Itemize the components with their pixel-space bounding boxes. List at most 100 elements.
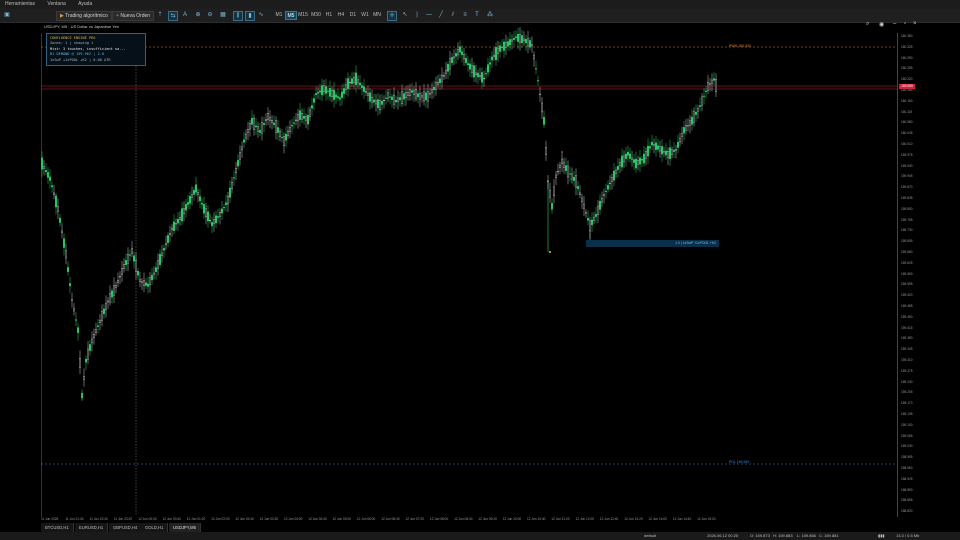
price-tick: 160.080 — [901, 120, 913, 125]
candle-body — [140, 281, 143, 283]
price-axis[interactable]: 160.360 160.325 160.290 160.255 160.220 160.1… — [898, 33, 920, 517]
candle-body — [375, 100, 378, 105]
candle-body — [194, 184, 197, 193]
demand-zone: 1.0 | 1xSwP +1xPOOL +K2 — [586, 240, 719, 247]
status-open: O: 159.873 — [750, 533, 770, 538]
time-tick: 12 Jun 13:20 — [624, 517, 643, 521]
tab-usdjpy[interactable]: USDJPY,M5 — [169, 523, 201, 532]
time-tick: 12 Jun 02:40 — [235, 517, 254, 521]
candle-body — [699, 105, 702, 107]
candle-body — [411, 90, 414, 93]
candle-body — [415, 89, 418, 99]
candle-body — [303, 115, 306, 119]
candle-body — [675, 149, 678, 151]
price-tick: 159.590 — [901, 271, 913, 276]
price-tick: 159.380 — [901, 336, 913, 341]
candle-body — [100, 311, 103, 322]
candle-body — [441, 74, 444, 82]
candle-body — [43, 166, 46, 169]
candle-body — [172, 221, 175, 231]
candle-body — [571, 173, 574, 180]
tab-eurusd[interactable]: EURUSD,H1 — [75, 523, 109, 532]
candle-body — [136, 271, 139, 276]
tab-btcusd[interactable]: BTCUSD,H1 — [41, 523, 74, 532]
candle-body — [102, 308, 105, 315]
candle-body — [186, 202, 189, 205]
candle-body — [595, 214, 598, 217]
candle-body — [473, 65, 476, 78]
candle-body — [61, 230, 64, 233]
candle-body — [240, 146, 243, 151]
candle-body — [593, 216, 596, 221]
tab-gbpusd[interactable]: GBPUSD,H4 — [109, 523, 143, 532]
candle-body — [409, 89, 412, 96]
candle-body — [669, 147, 672, 159]
time-tick: 12 Jun 12:40 — [599, 517, 619, 521]
price-tick: 158.960 — [901, 466, 913, 470]
candle-body — [515, 36, 518, 38]
candle-body — [523, 38, 526, 41]
candle-body — [503, 41, 506, 51]
candle-body — [343, 88, 346, 94]
candle-body — [228, 187, 231, 198]
candle-body — [433, 87, 436, 91]
candle-body — [609, 182, 612, 184]
candle-body — [371, 96, 374, 103]
candle-body — [559, 164, 562, 168]
candle-body — [122, 264, 125, 269]
candle-body — [463, 54, 466, 60]
candle-body — [667, 151, 670, 158]
candle-body — [573, 176, 576, 181]
candle-body — [423, 91, 426, 102]
time-tick: 12 Jun 08:40 — [454, 517, 473, 521]
candle-body — [206, 211, 209, 222]
price-tick: 160.220 — [901, 77, 913, 82]
status-connection: 13.3 / 0.5 Mb — [896, 533, 920, 538]
candle-body — [549, 189, 552, 198]
price-tick: 159.345 — [901, 347, 913, 352]
candle-body — [365, 91, 368, 93]
candle-body — [176, 219, 179, 224]
status-low: L: 159.866 — [797, 533, 816, 538]
candle-body — [431, 89, 434, 94]
candle-body — [635, 158, 638, 169]
candle-body — [53, 192, 56, 195]
candle-body — [495, 47, 498, 60]
candle-body — [511, 39, 514, 42]
candle-body — [315, 93, 318, 96]
candle-body — [238, 152, 241, 160]
candle-body — [152, 272, 155, 275]
candle-body — [285, 133, 288, 141]
price-tick: 160.010 — [901, 142, 913, 146]
candle-body — [413, 90, 416, 95]
time-axis[interactable]: 11 Jun 2026 11 Jun 21:40 11 Jun 22:40 11 Ju… — [41, 516, 897, 523]
candle-body — [623, 155, 626, 163]
candle-body — [697, 108, 700, 112]
candle-body — [535, 68, 538, 70]
candle-body — [715, 78, 718, 93]
candle-body — [47, 172, 50, 178]
candle-body — [695, 112, 698, 115]
candle-body — [216, 216, 219, 218]
price-tick: 159.135 — [901, 412, 913, 416]
candle-body — [379, 100, 382, 111]
candle-body — [689, 120, 692, 126]
time-tick: 11 Jun 23:20 — [113, 517, 133, 521]
time-tick: 11 Jun 2026 — [41, 517, 59, 521]
candle-body — [617, 166, 620, 170]
candle-body — [51, 185, 54, 188]
tab-gold[interactable]: GOLD,H1 — [141, 523, 169, 532]
candle-body — [45, 170, 48, 173]
candle-body — [214, 215, 217, 224]
candle-body — [329, 88, 332, 97]
candle-body — [707, 82, 710, 91]
candle-body — [421, 95, 424, 98]
candle-body — [76, 327, 79, 333]
candle-body — [499, 45, 502, 52]
candle-body — [313, 98, 316, 103]
candle-body — [619, 162, 622, 166]
candle-body — [537, 80, 540, 82]
candle-body — [405, 92, 408, 99]
candle-body — [557, 171, 560, 173]
price-tick: 159.975 — [901, 152, 913, 157]
